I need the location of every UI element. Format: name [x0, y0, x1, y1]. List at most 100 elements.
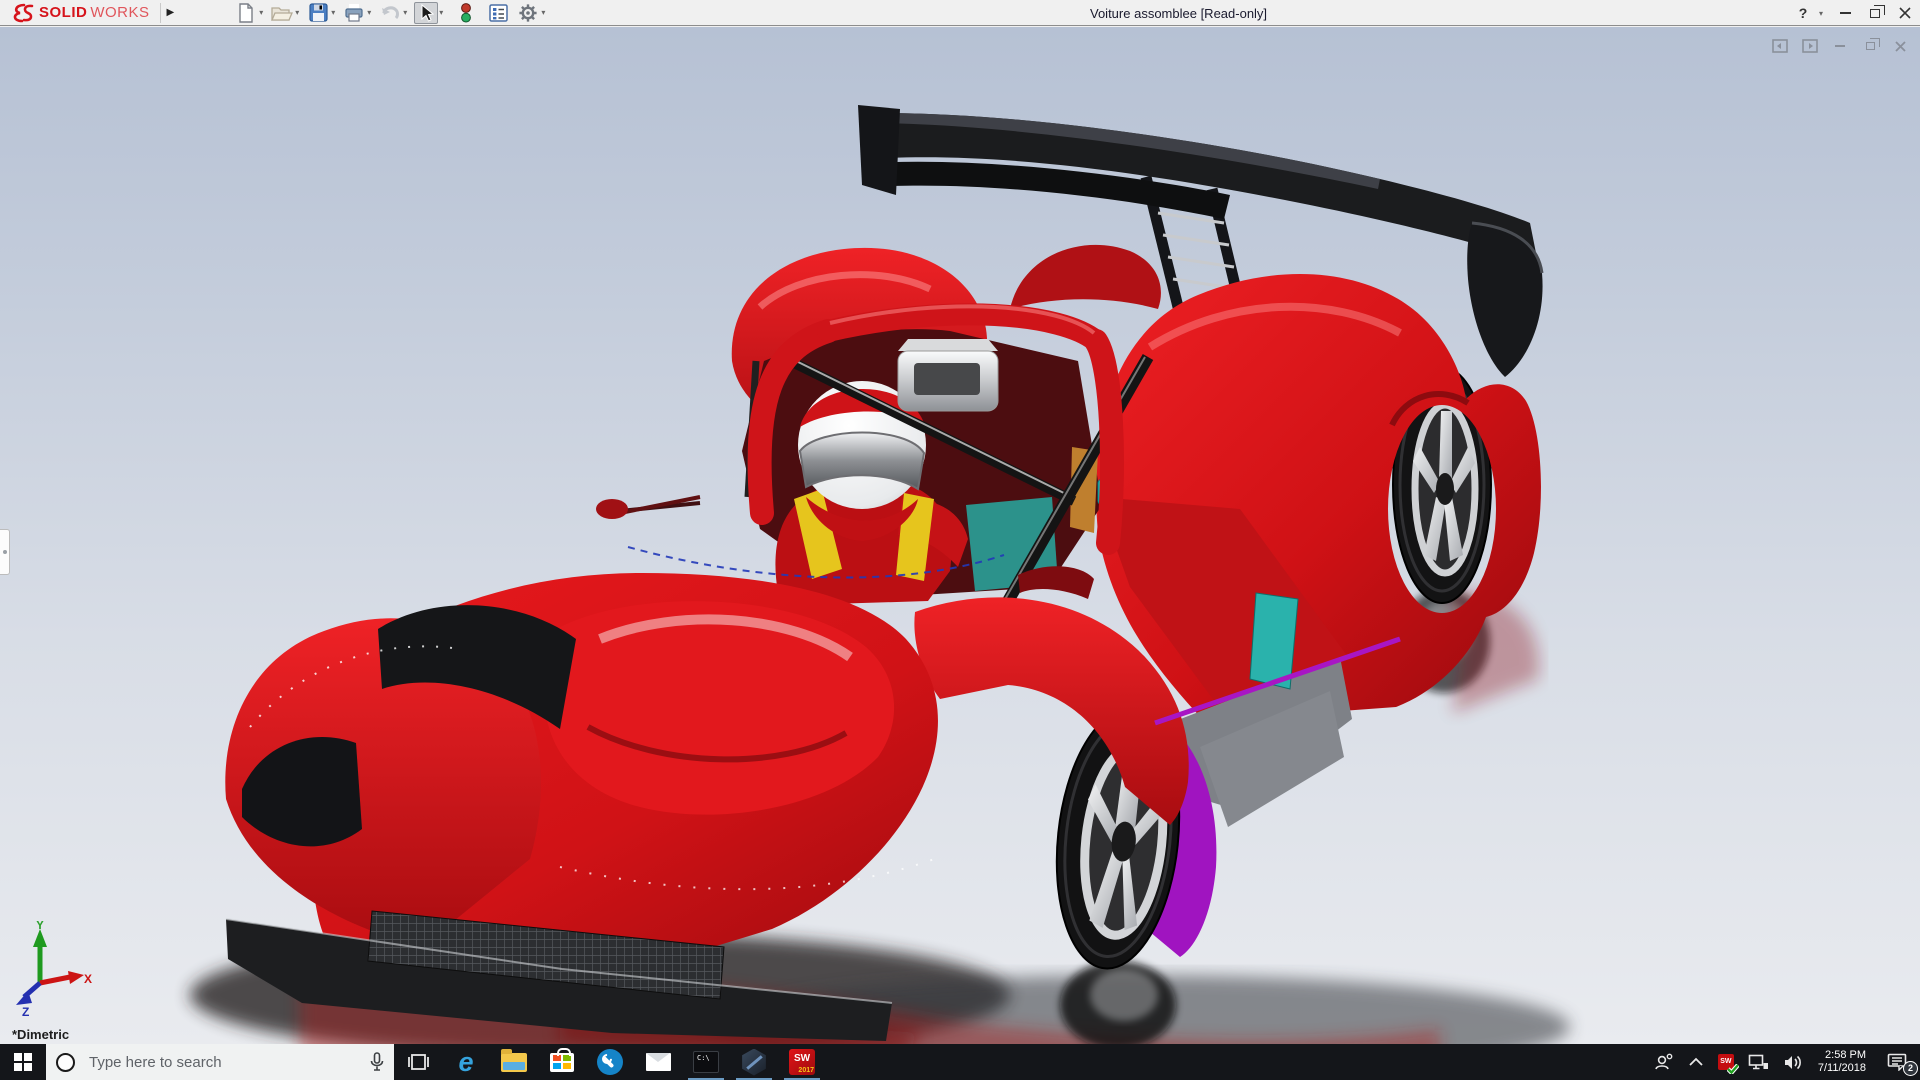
- document-title: Voiture assomblee [Read-only]: [1090, 6, 1267, 21]
- open-folder-icon: [271, 4, 293, 22]
- quick-access-toolbar: ▾ ▾ ▾: [234, 2, 552, 24]
- select-dropdown[interactable]: ▾: [439, 8, 443, 17]
- pane-right-icon: [1802, 39, 1818, 53]
- taskbar-settings-tool[interactable]: [586, 1044, 634, 1080]
- taskbar-clock[interactable]: 2:58 PM7/11/2018: [1810, 1044, 1874, 1080]
- feature-panel-tab[interactable]: [0, 529, 10, 575]
- wrench-circle-icon: [597, 1049, 623, 1075]
- help-button[interactable]: ?: [1788, 0, 1818, 26]
- command-prompt-icon: C:\: [693, 1051, 719, 1073]
- collapse-pane-right-button[interactable]: [1800, 37, 1820, 55]
- panel-tab-dot: [3, 550, 7, 554]
- select-cursor-icon: [419, 4, 434, 22]
- action-center-button[interactable]: 2: [1874, 1044, 1920, 1080]
- child-window-controls: [1770, 37, 1910, 55]
- system-tray: SW 2:58 PM7/11/2018: [1647, 1044, 1920, 1080]
- taskbar-task-view[interactable]: [394, 1044, 442, 1080]
- taskbar-command-prompt[interactable]: C:\: [682, 1044, 730, 1080]
- tray-network[interactable]: [1741, 1044, 1776, 1080]
- screen: SOLIDWORKS ▶ ▾ ▾: [0, 0, 1920, 1080]
- gear-icon: [518, 3, 538, 23]
- taskbar-solidworks-2017[interactable]: SW2017: [778, 1044, 826, 1080]
- undo-dropdown[interactable]: ▾: [403, 8, 407, 17]
- print-button[interactable]: [342, 2, 366, 24]
- window-controls: ? ▾: [1788, 0, 1920, 26]
- select-tool-button[interactable]: [414, 2, 438, 24]
- tray-solidworks-status[interactable]: SW: [1711, 1044, 1741, 1080]
- save-floppy-icon: [309, 3, 328, 22]
- windows-logo-icon: [14, 1053, 32, 1071]
- taskbar-edge[interactable]: e: [442, 1044, 490, 1080]
- rebuild-button[interactable]: [454, 2, 478, 24]
- collapse-pane-left-button[interactable]: [1770, 37, 1790, 55]
- display-pane-icon: [489, 4, 508, 22]
- open-button[interactable]: [270, 2, 294, 24]
- mail-icon: [646, 1053, 671, 1071]
- minimize-button[interactable]: [1830, 0, 1860, 26]
- undo-button[interactable]: [378, 2, 402, 24]
- start-button[interactable]: [0, 1044, 46, 1080]
- new-document-icon: [237, 3, 255, 23]
- minimize-icon: [1840, 12, 1851, 14]
- close-child-button[interactable]: [1890, 37, 1910, 55]
- restore-child-button[interactable]: [1860, 37, 1880, 55]
- graphics-viewport[interactable]: Y X Z *Dimetric: [0, 27, 1920, 1044]
- file-explorer-icon: [501, 1053, 527, 1072]
- side-mirror-left[interactable]: [596, 499, 628, 519]
- sw-year: 2017: [798, 1067, 814, 1075]
- green-check-icon: [1727, 1064, 1739, 1074]
- print-dropdown[interactable]: ▾: [367, 8, 371, 17]
- microsoft-store-icon: [550, 1053, 574, 1072]
- hexagon-tool-icon: [741, 1049, 768, 1076]
- network-icon: [1748, 1054, 1769, 1071]
- options-dropdown[interactable]: ▾: [541, 8, 545, 17]
- taskbar-hexagon-tool[interactable]: [730, 1044, 778, 1080]
- tray-volume[interactable]: [1776, 1044, 1810, 1080]
- toolbar-flyout-arrow[interactable]: ▶: [165, 7, 183, 18]
- triad-y-label: Y: [36, 921, 44, 932]
- side-mirror-right[interactable]: [1018, 566, 1094, 599]
- search-placeholder: Type here to search: [89, 1054, 370, 1071]
- tray-time: 2:58 PM: [1818, 1049, 1866, 1062]
- options-button[interactable]: [516, 2, 540, 24]
- print-icon: [344, 3, 364, 22]
- close-button[interactable]: [1890, 0, 1920, 26]
- minimize-child-button[interactable]: [1830, 37, 1850, 55]
- tray-people[interactable]: [1647, 1044, 1681, 1080]
- volume-icon: [1783, 1054, 1803, 1071]
- tray-chevron[interactable]: [1681, 1044, 1711, 1080]
- new-document-dropdown[interactable]: ▾: [259, 8, 263, 17]
- restore-child-icon: [1866, 42, 1875, 50]
- brand-works: WORKS: [90, 4, 149, 21]
- cortana-icon: [56, 1053, 75, 1072]
- minimize-child-icon: [1835, 45, 1845, 47]
- restore-button[interactable]: [1860, 0, 1890, 26]
- display-pane-button[interactable]: [486, 2, 510, 24]
- logo-separator: [160, 3, 161, 23]
- new-document-button[interactable]: [234, 2, 258, 24]
- taskbar-store[interactable]: [538, 1044, 586, 1080]
- taskbar: Type here to search e: [0, 1044, 1920, 1080]
- close-icon: [1899, 7, 1911, 19]
- chrome-intake[interactable]: [898, 339, 998, 411]
- save-button[interactable]: [306, 2, 330, 24]
- edge-icon: e: [458, 1049, 473, 1076]
- restore-icon: [1870, 9, 1880, 18]
- notification-badge: 2: [1903, 1061, 1918, 1076]
- close-child-icon: [1895, 41, 1906, 52]
- taskbar-search[interactable]: Type here to search: [46, 1044, 394, 1080]
- chevron-up-icon: [1688, 1057, 1704, 1067]
- car-body[interactable]: [225, 245, 1541, 1041]
- save-dropdown[interactable]: ▾: [331, 8, 335, 17]
- people-icon: [1654, 1053, 1674, 1071]
- taskbar-file-explorer[interactable]: [490, 1044, 538, 1080]
- taskbar-mail[interactable]: [634, 1044, 682, 1080]
- titlebar: SOLIDWORKS ▶ ▾ ▾: [0, 0, 1920, 26]
- help-dropdown[interactable]: ▾: [1819, 9, 1823, 18]
- task-view-icon: [406, 1052, 430, 1072]
- tray-date: 7/11/2018: [1818, 1062, 1866, 1075]
- taskbar-apps: e C:\ SW2017: [394, 1044, 826, 1080]
- solidworks-2017-icon: SW2017: [789, 1049, 815, 1075]
- car-3d-model[interactable]: [0, 27, 1920, 1044]
- open-dropdown[interactable]: ▾: [295, 8, 299, 17]
